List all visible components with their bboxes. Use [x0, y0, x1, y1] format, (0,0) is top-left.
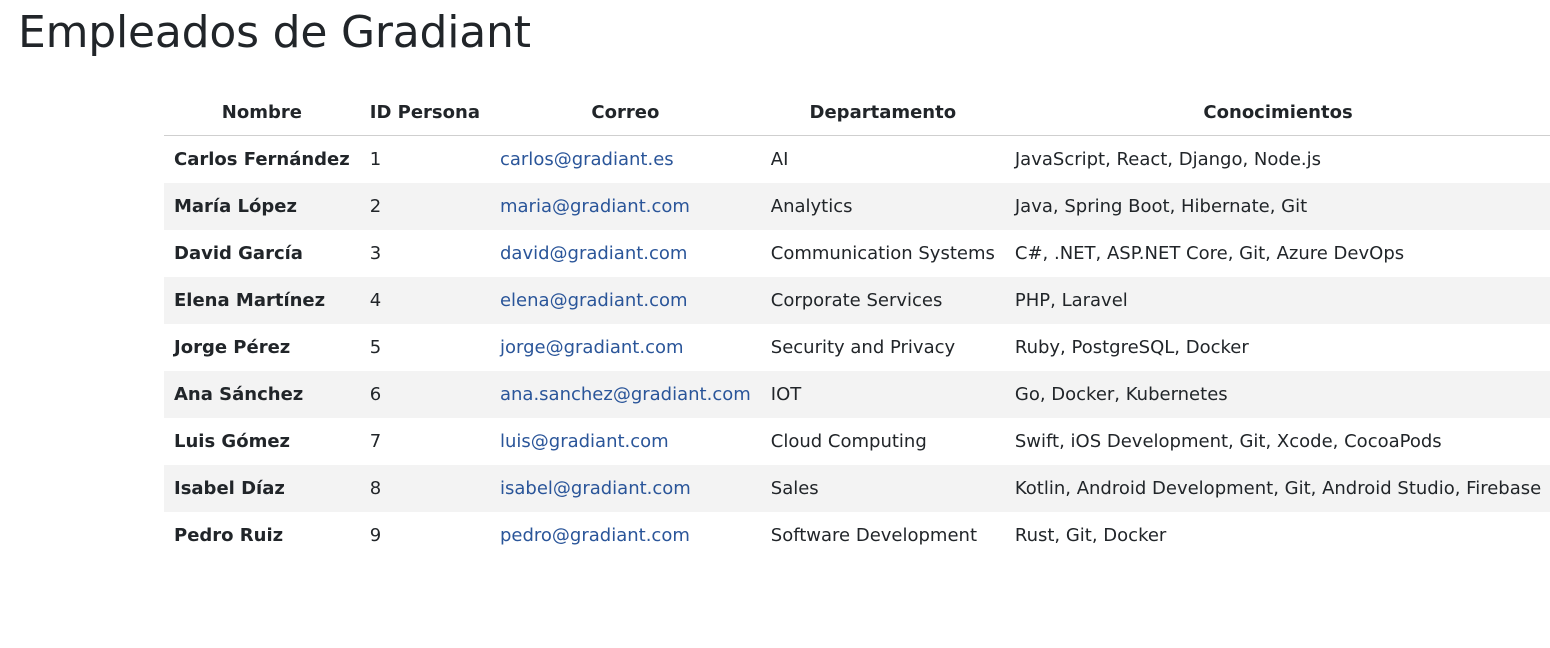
email-link[interactable]: maria@gradiant.com [500, 196, 690, 217]
cell-departamento: Communication Systems [770, 243, 995, 264]
column-header-id-persona: ID Persona [359, 90, 490, 136]
table-row: Pedro Ruiz 9 pedro@gradiant.com Software… [164, 512, 1550, 559]
table-row: David García 3 david@gradiant.com Commun… [164, 230, 1550, 277]
table-row: Jorge Pérez 5 jorge@gradiant.com Securit… [164, 324, 1550, 371]
cell-nombre: Ana Sánchez [164, 371, 360, 418]
email-link[interactable]: david@gradiant.com [500, 243, 687, 264]
cell-correo: luis@gradiant.com [490, 418, 761, 465]
cell-nombre: Isabel Díaz [164, 465, 360, 512]
cell-nombre: David García [174, 243, 303, 264]
column-header-departamento: Departamento [760, 90, 1005, 136]
cell-nombre: Carlos Fernández [174, 149, 350, 170]
email-link[interactable]: luis@gradiant.com [500, 431, 669, 452]
cell-correo: elena@gradiant.com [489, 277, 761, 324]
cell-conocimientos: Kotlin, Android Development, Git, Androi… [1004, 465, 1550, 512]
cell-conocimientos: Rust, Git, Docker [1014, 525, 1167, 546]
cell-departamento: Security and Privacy [770, 337, 956, 358]
cell-conocimientos: Swift, iOS Development, Git, Xcode, Coco… [1014, 431, 1442, 452]
table-row: Elena Martínez 4 elena@gradiant.com Corp… [164, 277, 1550, 324]
header-row: Nombre ID Persona Correo Departamento Co… [164, 90, 1550, 136]
cell-departamento: Cloud Computing [770, 431, 927, 452]
cell-correo: maria@gradiant.com [489, 183, 761, 230]
cell-nombre: Pedro Ruiz [174, 525, 284, 546]
cell-conocimientos: Go, Docker, Kubernetes [1004, 371, 1550, 418]
cell-departamento: IOT [760, 371, 1005, 418]
cell-nombre: Jorge Pérez [174, 337, 291, 358]
table-row: Ana Sánchez 6 ana.sanchez@gradiant.com I… [164, 371, 1550, 418]
cell-departamento: Corporate Services [760, 277, 1005, 324]
table-row: Isabel Díaz 8 isabel@gradiant.com Sales … [164, 465, 1550, 512]
cell-correo: david@gradiant.com [490, 230, 761, 277]
email-link[interactable]: elena@gradiant.com [500, 290, 688, 311]
cell-nombre: María López [164, 183, 360, 230]
cell-id-persona: 4 [359, 277, 490, 324]
cell-id-persona: 8 [359, 465, 490, 512]
column-header-conocimientos: Conocimientos [1004, 90, 1550, 136]
table-body: Carlos Fernández 1 carlos@gradiant.es AI… [164, 136, 1550, 560]
email-link[interactable]: isabel@gradiant.com [500, 478, 691, 499]
employees-table-container: Nombre ID Persona Correo Departamento Co… [164, 90, 1550, 559]
employees-table: Nombre ID Persona Correo Departamento Co… [164, 90, 1550, 559]
cell-departamento: Sales [760, 465, 1005, 512]
cell-conocimientos: PHP, Laravel [1004, 277, 1550, 324]
email-link[interactable]: pedro@gradiant.com [500, 525, 690, 546]
page-title: Empleados de Gradiant [18, 7, 531, 58]
cell-departamento: Analytics [760, 183, 1005, 230]
cell-id-persona: 3 [369, 243, 382, 264]
cell-conocimientos: Ruby, PostgreSQL, Docker [1014, 337, 1249, 358]
cell-correo: carlos@gradiant.es [490, 136, 761, 184]
cell-correo: ana.sanchez@gradiant.com [489, 371, 761, 418]
cell-conocimientos: JavaScript, React, Django, Node.js [1014, 149, 1322, 170]
column-header-nombre: Nombre [164, 90, 360, 136]
table-header: Nombre ID Persona Correo Departamento Co… [164, 90, 1550, 136]
cell-correo: jorge@gradiant.com [490, 324, 761, 371]
table-row: Carlos Fernández 1 carlos@gradiant.es AI… [164, 136, 1550, 184]
email-link[interactable]: jorge@gradiant.com [500, 337, 684, 358]
cell-conocimientos: Java, Spring Boot, Hibernate, Git [1004, 183, 1550, 230]
table-row: María López 2 maria@gradiant.com Analyti… [164, 183, 1550, 230]
column-header-correo: Correo [489, 90, 761, 136]
cell-conocimientos: C#, .NET, ASP.NET Core, Git, Azure DevOp… [1014, 243, 1405, 264]
cell-id-persona: 6 [359, 371, 490, 418]
cell-id-persona: 9 [369, 525, 382, 546]
cell-id-persona: 1 [369, 149, 382, 170]
email-link[interactable]: ana.sanchez@gradiant.com [500, 384, 751, 405]
cell-id-persona: 2 [359, 183, 490, 230]
cell-departamento: Software Development [770, 525, 978, 546]
cell-correo: isabel@gradiant.com [489, 465, 761, 512]
cell-id-persona: 5 [369, 337, 382, 358]
cell-correo: pedro@gradiant.com [490, 512, 761, 559]
cell-departamento: AI [770, 149, 789, 170]
table-row: Luis Gómez 7 luis@gradiant.com Cloud Com… [164, 418, 1550, 465]
cell-nombre: Elena Martínez [164, 277, 360, 324]
cell-id-persona: 7 [369, 431, 382, 452]
email-link[interactable]: carlos@gradiant.es [500, 149, 674, 170]
cell-nombre: Luis Gómez [174, 431, 291, 452]
